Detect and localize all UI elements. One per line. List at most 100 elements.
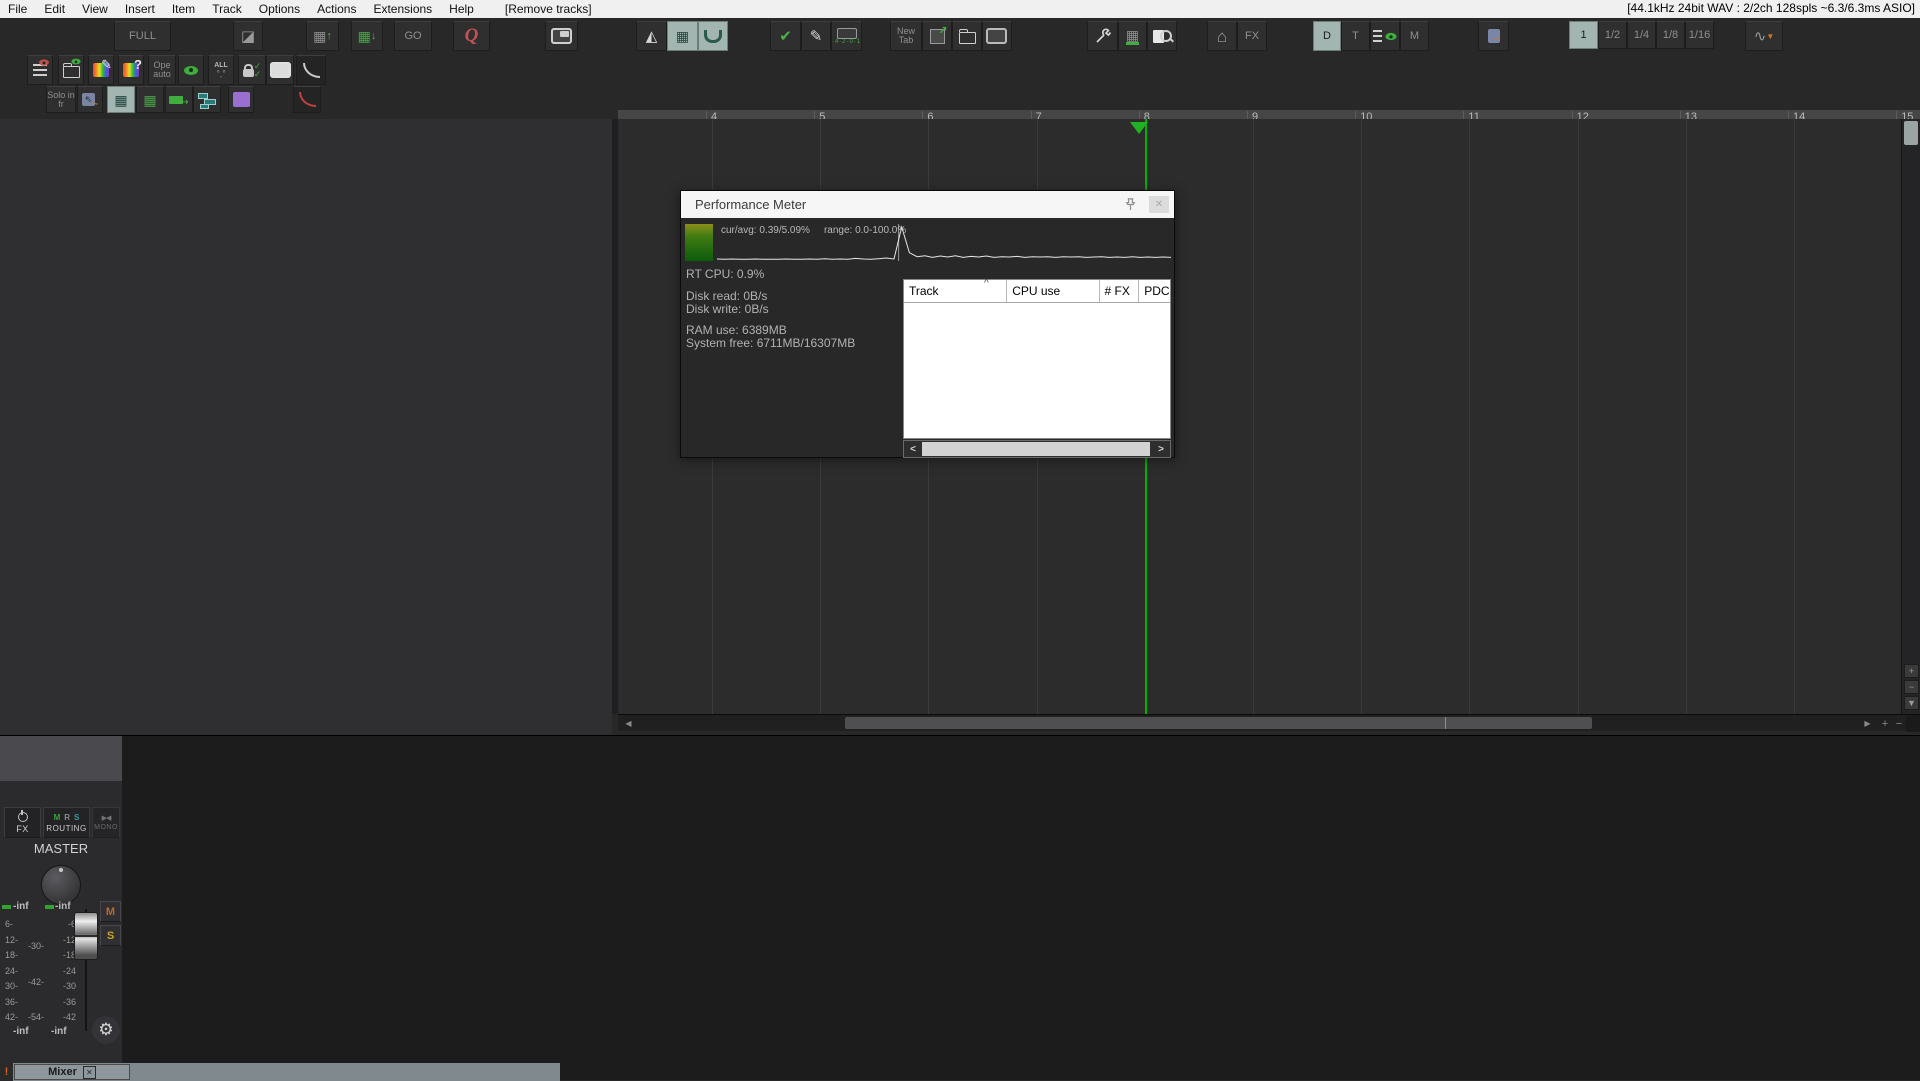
- performance-meter-window[interactable]: Performance Meter ✕ cur/avg: 0.39/5.09% …: [680, 190, 1175, 458]
- mixer-visibility-button[interactable]: [1370, 21, 1400, 51]
- track-color-button[interactable]: ✎: [88, 55, 114, 85]
- horizontal-scroll-thumb[interactable]: [845, 717, 1592, 729]
- table-scroll-right-button[interactable]: >: [1152, 441, 1170, 457]
- fx-button[interactable]: FX: [1237, 21, 1267, 51]
- insert-track-above-button[interactable]: ▦↑: [306, 21, 339, 51]
- solo-in-front-button[interactable]: Solo in fr: [46, 86, 76, 113]
- go-button[interactable]: GO: [394, 21, 432, 51]
- horizontal-scrollbar[interactable]: ◀ ▶ + −: [618, 714, 1920, 731]
- quantize-button[interactable]: Q: [453, 21, 490, 51]
- menu-item[interactable]: Track: [212, 2, 242, 16]
- scale-tick-label: -12: [46, 935, 76, 945]
- master-fx-button[interactable]: FX: [4, 807, 41, 838]
- menu-item[interactable]: File: [8, 2, 27, 16]
- table-scroll-thumb[interactable]: [922, 442, 1150, 456]
- master-visibility-button[interactable]: M: [1400, 21, 1429, 51]
- mixer-tab[interactable]: Mixer ✕: [14, 1064, 130, 1080]
- eraser-tool-button[interactable]: ◪: [233, 21, 263, 51]
- grid-division-button[interactable]: 1: [1569, 21, 1598, 49]
- menu-item[interactable]: Edit: [44, 2, 65, 16]
- docker-alert[interactable]: !: [0, 1063, 13, 1081]
- pin-icon[interactable]: [1123, 197, 1138, 212]
- item-mouse-modifier-button[interactable]: ⇖~: [77, 86, 103, 113]
- monitor-fx-button[interactable]: [266, 55, 294, 85]
- vertical-scroll-thumb[interactable]: [1904, 121, 1918, 145]
- pencil-tool-button[interactable]: ✎: [801, 21, 831, 51]
- volume-fader-handle[interactable]: [74, 912, 98, 960]
- color-swatch-button[interactable]: [228, 86, 254, 113]
- master-mute-button[interactable]: M: [100, 901, 121, 922]
- window-titlebar[interactable]: Performance Meter: [681, 191, 1174, 218]
- lock-settings-button[interactable]: ✓✓: [238, 55, 266, 85]
- grid-division-button[interactable]: 1/16: [1685, 21, 1714, 49]
- menu-item[interactable]: Options: [259, 2, 300, 16]
- open-project-button[interactable]: [952, 21, 982, 51]
- open-automation-button[interactable]: Ope auto: [148, 55, 176, 85]
- zoom-out-vertical-button[interactable]: −: [1904, 680, 1919, 694]
- media-explorer-button[interactable]: [1147, 21, 1177, 51]
- master-channel-strip[interactable]: FX MRS ROUTING ▶◀ MONO MASTER -inf-inf -…: [0, 781, 122, 1063]
- fade-display-button[interactable]: ·4·2·0·1: [831, 21, 862, 51]
- zoom-out-horizontal-button[interactable]: −: [1892, 716, 1906, 731]
- zoom-in-horizontal-button[interactable]: +: [1878, 716, 1892, 731]
- table-scroll-left-button[interactable]: <: [904, 441, 922, 457]
- grid-items-alt-button[interactable]: ▦: [136, 86, 164, 113]
- tools-button[interactable]: [1087, 21, 1118, 51]
- menu-item[interactable]: Item: [172, 2, 195, 16]
- menu-item[interactable]: Actions: [317, 2, 356, 16]
- grid-toggle-button[interactable]: ▦: [667, 21, 698, 51]
- table-horizontal-scrollbar[interactable]: < >: [903, 440, 1171, 458]
- save-project-button[interactable]: ↗: [922, 21, 952, 51]
- move-item-button[interactable]: ↪: [165, 86, 193, 113]
- table-header-cell[interactable]: CPU use: [1007, 280, 1099, 302]
- scroll-left-button[interactable]: ◀: [620, 716, 637, 731]
- master-routing-button[interactable]: MRS ROUTING: [43, 807, 90, 838]
- envelope-shape-button[interactable]: [293, 86, 321, 113]
- video-window-button[interactable]: [545, 21, 578, 51]
- master-settings-button[interactable]: ⚙: [92, 1016, 120, 1044]
- tab-close-icon[interactable]: ✕: [83, 1066, 96, 1079]
- vertical-scrollbar[interactable]: + − ▼: [1901, 119, 1920, 714]
- folder-visibility-button[interactable]: [58, 55, 84, 85]
- grid-division-button[interactable]: 1/8: [1656, 21, 1685, 49]
- fade-shape-button[interactable]: [296, 55, 326, 85]
- random-color-button[interactable]: ?: [118, 55, 144, 85]
- grid-division-button[interactable]: 1/4: [1627, 21, 1656, 49]
- zoom-in-vertical-button[interactable]: +: [1904, 664, 1919, 678]
- track-control-panel[interactable]: [0, 119, 612, 735]
- home-button[interactable]: ⌂: [1207, 21, 1237, 51]
- grid-items-button[interactable]: ▦: [107, 86, 135, 113]
- item-lanes-button[interactable]: [193, 86, 221, 113]
- menu-item[interactable]: Extensions: [373, 2, 432, 16]
- envelope-visibility-button[interactable]: [27, 55, 53, 85]
- snap-toggle-button[interactable]: [698, 21, 728, 51]
- fullscreen-button[interactable]: FULL: [114, 21, 171, 51]
- track-manager-button[interactable]: ~: [1478, 21, 1509, 51]
- scroll-down-button[interactable]: ▼: [1904, 696, 1919, 710]
- docker-toggle-button[interactable]: D: [1313, 21, 1341, 51]
- track-height-button[interactable]: T: [1341, 21, 1370, 51]
- menu-item[interactable]: Help: [449, 2, 474, 16]
- insert-track-below-button[interactable]: ▦↓: [351, 21, 383, 51]
- menu-item[interactable]: [Remove tracks]: [505, 2, 592, 16]
- table-header-cell[interactable]: Track: [904, 280, 1007, 302]
- close-button[interactable]: ✕: [1149, 196, 1169, 213]
- master-solo-button[interactable]: S: [100, 925, 121, 946]
- metronome-button[interactable]: ◭: [636, 21, 667, 51]
- edit-cursor-marker[interactable]: [1130, 122, 1148, 134]
- new-tab-button[interactable]: New Tab: [890, 21, 922, 51]
- pan-knob[interactable]: [41, 865, 81, 905]
- scroll-right-button[interactable]: ▶: [1859, 716, 1876, 731]
- project-settings-button[interactable]: ✎: [982, 21, 1012, 51]
- select-all-points-button[interactable]: ALL°˯°: [208, 55, 234, 85]
- table-header-cell[interactable]: PDC: [1139, 280, 1170, 302]
- menu-item[interactable]: Insert: [125, 2, 155, 16]
- master-mono-button[interactable]: ▶◀ MONO: [92, 807, 120, 838]
- envelope-check-button[interactable]: ✔: [770, 21, 801, 51]
- grid-settings-button[interactable]: ▦: [1118, 21, 1147, 51]
- global-automation-button[interactable]: ∿▼: [1745, 21, 1783, 51]
- show-envelope-points-button[interactable]: [178, 55, 204, 85]
- table-header-cell[interactable]: # FX: [1100, 280, 1140, 302]
- grid-division-button[interactable]: 1/2: [1598, 21, 1627, 49]
- menu-item[interactable]: View: [82, 2, 108, 16]
